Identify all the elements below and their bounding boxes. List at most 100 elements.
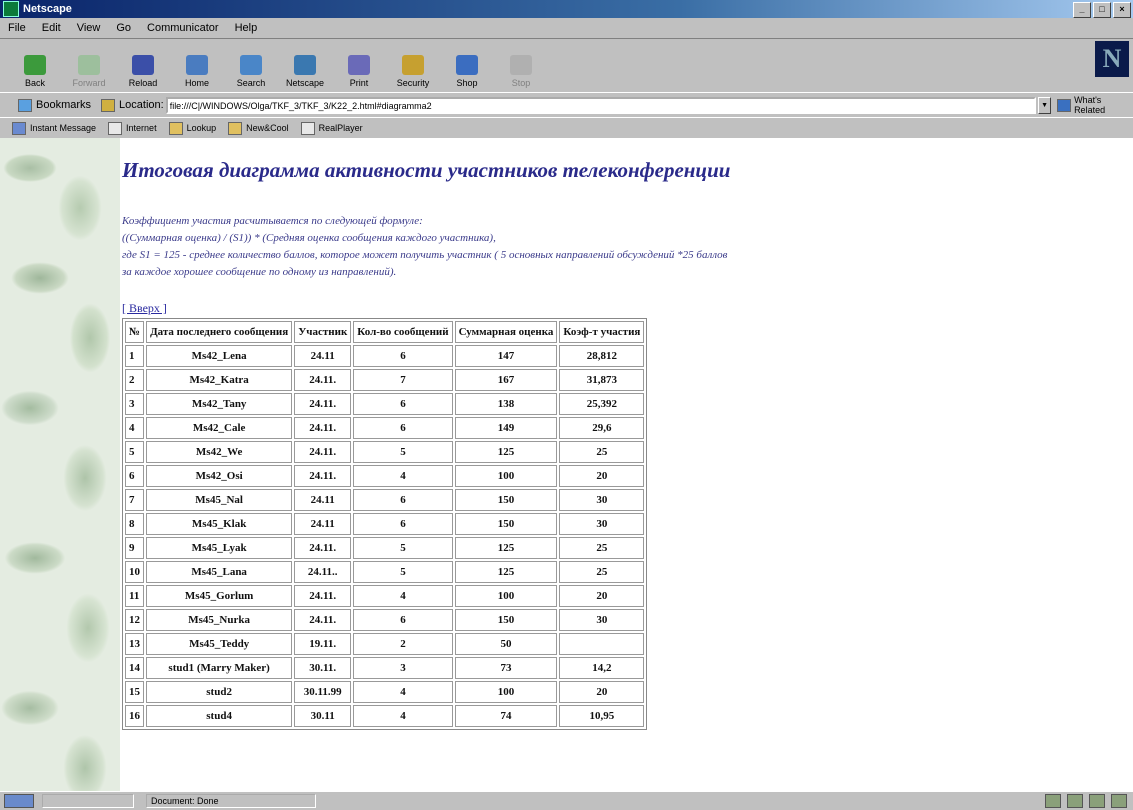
table-cell: 13: [125, 633, 145, 655]
table-cell: 31,873: [559, 369, 645, 391]
table-cell: 30.11.: [294, 657, 352, 679]
table-row: 15 stud2 30.11.99 4 100 20: [125, 681, 645, 703]
location-dropdown-button[interactable]: ▼: [1037, 96, 1052, 114]
top-link[interactable]: [ Вверх ]: [122, 301, 167, 316]
forward-button[interactable]: Forward: [62, 43, 116, 91]
menu-view[interactable]: View: [69, 22, 109, 34]
table-cell: 10: [125, 561, 145, 583]
table-cell: stud1 (Marry Maker): [146, 657, 293, 679]
table-row: 10 Ms45_Lana 24.11.. 5 125 25: [125, 561, 645, 583]
close-button[interactable]: ×: [1113, 2, 1131, 18]
table-cell: 24.11: [294, 513, 352, 535]
netscape-button[interactable]: Netscape: [278, 43, 332, 91]
table-row: 2 Ms42_Katra 24.11. 7 167 31,873: [125, 369, 645, 391]
whats-related-icon: [1057, 98, 1072, 112]
table-cell: 5: [353, 441, 453, 463]
table-cell: 12: [125, 609, 145, 631]
table-row: 16 stud4 30.11 4 74 10,95: [125, 705, 645, 727]
table-cell: 24.11.: [294, 537, 352, 559]
security-button[interactable]: Security: [386, 43, 440, 91]
bookmark-icon: [300, 121, 315, 135]
table-cell: Ms45_Nal: [146, 489, 293, 511]
shop-icon: [456, 55, 478, 75]
lock-icon: [402, 55, 424, 75]
table-cell: 6: [353, 609, 453, 631]
internet-button[interactable]: Internet: [108, 121, 157, 135]
page-title: Итоговая диаграмма активности участников…: [122, 158, 731, 182]
print-button[interactable]: Print: [332, 43, 386, 91]
table-cell: 11: [125, 585, 145, 607]
menu-edit[interactable]: Edit: [34, 22, 69, 34]
table-cell: 4: [353, 465, 453, 487]
table-cell: 30: [559, 513, 645, 535]
formula-text: Коэффициент участия расчитывается по сле…: [122, 213, 1122, 281]
back-button[interactable]: Back: [8, 43, 62, 91]
table-cell: 15: [125, 681, 145, 703]
folder-icon: [168, 121, 183, 135]
table-cell: 3: [353, 657, 453, 679]
table-cell: Ms42_Cale: [146, 417, 293, 439]
bookmark-icon: [108, 121, 123, 135]
table-cell: 19.11.: [294, 633, 352, 655]
reload-icon: [132, 55, 154, 75]
lookup-button[interactable]: Lookup: [168, 121, 216, 135]
results-table: № Дата последнего сообщения Участник Кол…: [122, 318, 648, 730]
realplayer-button[interactable]: RealPlayer: [300, 121, 363, 135]
table-row: 3 Ms42_Tany 24.11. 6 138 25,392: [125, 393, 645, 415]
table-cell: 25,392: [559, 393, 645, 415]
bookmarks-button[interactable]: Bookmarks: [18, 98, 91, 112]
table-cell: 30.11.99: [294, 681, 352, 703]
table-row: 14 stud1 (Marry Maker) 30.11. 3 73 14,2: [125, 657, 645, 679]
table-cell: Ms45_Klak: [146, 513, 293, 535]
menu-file[interactable]: File: [0, 22, 34, 34]
discussion-icon[interactable]: [1111, 794, 1127, 808]
table-cell: 6: [125, 465, 145, 487]
composer-icon[interactable]: [1089, 794, 1105, 808]
print-icon: [348, 55, 370, 75]
table-cell: stud4: [146, 705, 293, 727]
instant-message-button[interactable]: Instant Message: [12, 121, 96, 135]
table-cell: 147: [454, 345, 558, 367]
navigator-icon[interactable]: [1045, 794, 1061, 808]
newcool-button[interactable]: New&Cool: [228, 121, 289, 135]
formula-line: Коэффициент участия расчитывается по сле…: [122, 215, 423, 227]
table-cell: 24.11: [294, 345, 352, 367]
formula-line: за каждое хорошее сообщение по одному из…: [122, 266, 397, 278]
table-cell: Ms42_Osi: [146, 465, 293, 487]
column-header: Кол-во сообщений: [353, 321, 453, 343]
home-button[interactable]: Home: [170, 43, 224, 91]
table-cell: 74: [454, 705, 558, 727]
table-cell: 4: [353, 585, 453, 607]
netscape-logo[interactable]: N: [1095, 41, 1129, 77]
column-header: Коэф-т участия: [559, 321, 645, 343]
search-button[interactable]: Search: [224, 43, 278, 91]
table-cell: 6: [353, 513, 453, 535]
reload-button[interactable]: Reload: [116, 43, 170, 91]
minimize-button[interactable]: _: [1073, 2, 1091, 18]
table-cell: 4: [125, 417, 145, 439]
menu-communicator[interactable]: Communicator: [139, 22, 227, 34]
table-cell: 100: [454, 465, 558, 487]
table-cell: 14: [125, 657, 145, 679]
location-input[interactable]: file:///C|/WINDOWS/Olga/TKF_3/TKF_3/K22_…: [165, 96, 1036, 114]
table-cell: 28,812: [559, 345, 645, 367]
table-cell: 6: [353, 393, 453, 415]
netscape-app-icon: [3, 1, 19, 17]
table-header-row: № Дата последнего сообщения Участник Кол…: [125, 321, 645, 343]
whats-related-button[interactable]: What's Related: [1057, 95, 1133, 115]
menu-go[interactable]: Go: [108, 22, 139, 34]
table-cell: 24.11.: [294, 417, 352, 439]
table-cell: 150: [454, 609, 558, 631]
table-cell: 73: [454, 657, 558, 679]
column-header: Суммарная оценка: [454, 321, 558, 343]
stop-button[interactable]: Stop: [494, 43, 548, 91]
security-status-icon[interactable]: [4, 794, 34, 808]
menu-help[interactable]: Help: [227, 22, 266, 34]
table-cell: 167: [454, 369, 558, 391]
column-header: №: [125, 321, 145, 343]
maximize-button[interactable]: □: [1093, 2, 1111, 18]
shop-button[interactable]: Shop: [440, 43, 494, 91]
mail-icon[interactable]: [1067, 794, 1083, 808]
table-cell: 25: [559, 537, 645, 559]
table-row: 12 Ms45_Nurka 24.11. 6 150 30: [125, 609, 645, 631]
